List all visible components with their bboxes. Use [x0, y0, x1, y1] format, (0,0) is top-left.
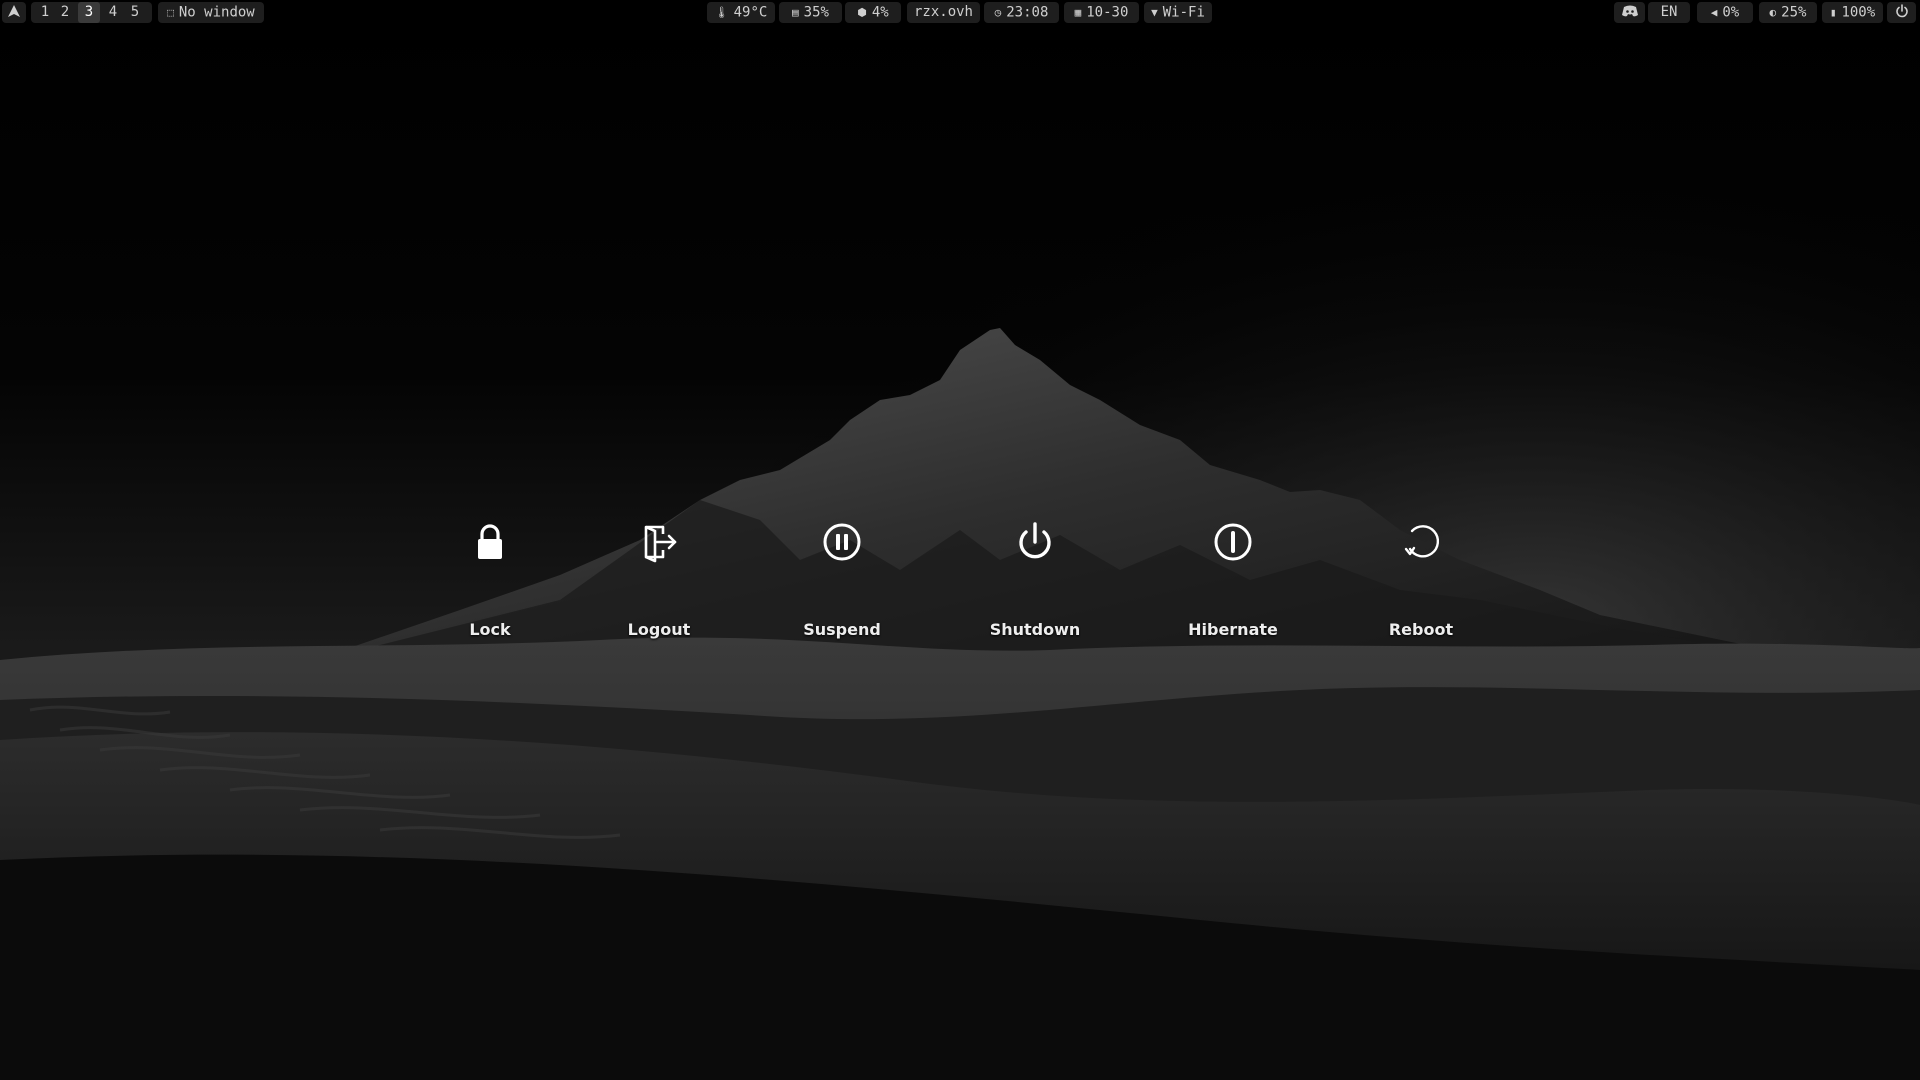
window-title-text: No window: [178, 4, 255, 21]
cpu-value: 4%: [871, 4, 889, 21]
keyboard-layout-module[interactable]: EN: [1648, 2, 1690, 23]
power-icon: [1895, 4, 1908, 18]
lock-label: Lock: [469, 620, 511, 639]
volume-module[interactable]: ◀ 0%: [1697, 2, 1753, 23]
network-module[interactable]: ▼ Wi-Fi: [1144, 2, 1212, 23]
suspend-label: Suspend: [803, 620, 881, 639]
shutdown-button[interactable]: Shutdown: [960, 515, 1110, 645]
battery-value: 100%: [1841, 4, 1876, 21]
calendar-icon: ▦: [1074, 6, 1082, 19]
desktop: 1 2 3 4 5 ⬚ No window 🌡 49°C ▤ 35% ⬢ 4% rzx.…: [0, 0, 1920, 1080]
pause-circle-icon: [820, 520, 864, 564]
brightness-icon: ◐: [1769, 6, 1777, 19]
tray-discord[interactable]: [1614, 2, 1645, 23]
brightness-module[interactable]: ◐ 25%: [1759, 2, 1817, 23]
reboot-icon: [1399, 520, 1443, 564]
temperature-value: 49°C: [733, 4, 768, 21]
clock-icon: ◷: [994, 6, 1002, 19]
memory-module[interactable]: ▤ 35%: [779, 2, 842, 23]
clock-module[interactable]: ◷ 23:08: [984, 2, 1059, 23]
workspace-switcher: 1 2 3 4 5: [31, 2, 152, 23]
battery-icon: ▮: [1829, 6, 1837, 19]
hibernate-label: Hibernate: [1188, 620, 1278, 639]
reboot-button[interactable]: Reboot: [1346, 515, 1496, 645]
cpu-icon: ⬢: [857, 6, 867, 19]
volume-value: 0%: [1722, 4, 1740, 21]
arch-logo-icon: [8, 5, 20, 17]
hibernate-icon: [1211, 520, 1255, 564]
memory-value: 35%: [803, 4, 829, 21]
lock-button[interactable]: Lock: [415, 515, 565, 645]
suspend-button[interactable]: Suspend: [767, 515, 917, 645]
time-value: 23:08: [1006, 4, 1049, 21]
temperature-module[interactable]: 🌡 49°C: [707, 2, 775, 23]
brightness-value: 25%: [1781, 4, 1807, 21]
network-value: Wi-Fi: [1162, 4, 1205, 21]
logout-icon: [637, 520, 681, 564]
lock-icon: [468, 520, 512, 564]
reboot-label: Reboot: [1388, 620, 1454, 639]
thermometer-icon: 🌡: [714, 6, 729, 19]
workspace-3[interactable]: 3: [78, 2, 100, 23]
workspace-1[interactable]: 1: [34, 2, 56, 23]
top-bar: 1 2 3 4 5 ⬚ No window 🌡 49°C ▤ 35% ⬢ 4% rzx.…: [0, 0, 1920, 24]
shutdown-power-icon: [1013, 520, 1057, 564]
discord-icon: [1621, 5, 1638, 17]
date-module[interactable]: ▦ 10-30: [1064, 2, 1139, 23]
window-icon: ⬚: [167, 6, 174, 19]
workspace-4[interactable]: 4: [102, 2, 124, 23]
logout-button[interactable]: Logout: [584, 515, 734, 645]
logout-label: Logout: [627, 620, 691, 639]
keyboard-layout-value: EN: [1660, 4, 1678, 20]
speaker-icon: ◀: [1710, 6, 1718, 19]
hostname-module[interactable]: rzx.ovh: [907, 2, 980, 23]
hibernate-button[interactable]: Hibernate: [1158, 515, 1308, 645]
launcher-button[interactable]: [2, 2, 26, 23]
cpu-module[interactable]: ⬢ 4%: [845, 2, 901, 23]
window-title: ⬚ No window: [158, 2, 264, 23]
power-menu-button[interactable]: [1887, 2, 1916, 23]
memory-icon: ▤: [792, 6, 799, 19]
workspace-2[interactable]: 2: [54, 2, 76, 23]
hostname-value: rzx.ovh: [913, 4, 973, 20]
shutdown-label: Shutdown: [989, 620, 1081, 639]
battery-module[interactable]: ▮ 100%: [1822, 2, 1883, 23]
wifi-icon: ▼: [1151, 6, 1158, 19]
workspace-5[interactable]: 5: [124, 2, 146, 23]
date-value: 10-30: [1086, 4, 1129, 21]
